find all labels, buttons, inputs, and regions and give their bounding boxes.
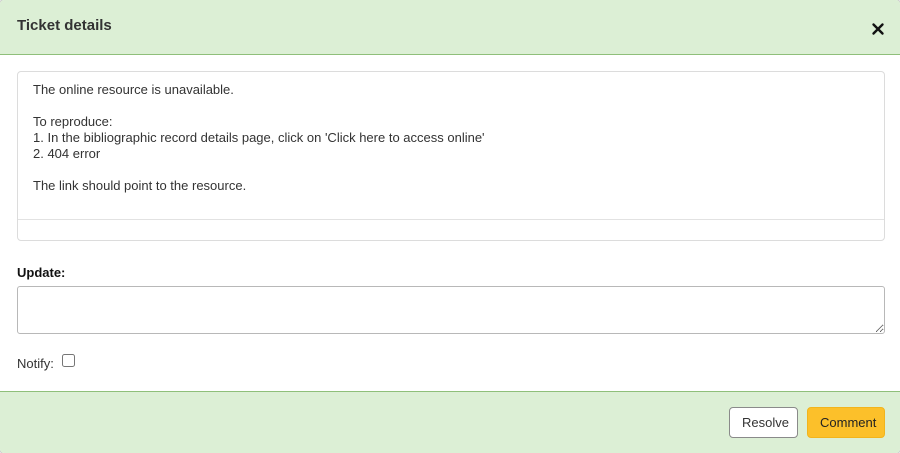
resolve-button[interactable]: Resolve: [729, 407, 798, 438]
modal-title: Ticket details: [17, 17, 112, 34]
modal-body: The online resource is unavailable. To r…: [0, 55, 900, 391]
notify-label: Notify:: [17, 356, 54, 371]
close-icon: [872, 23, 884, 35]
modal-footer: Resolve Comment: [0, 391, 900, 453]
ticket-line: The online resource is unavailable.: [33, 82, 234, 97]
modal-header: Ticket details: [0, 0, 900, 55]
close-button[interactable]: [870, 21, 886, 37]
update-textarea[interactable]: [17, 286, 885, 334]
ticket-line-gap: [33, 162, 863, 178]
update-label: Update:: [17, 265, 66, 280]
ticket-description: The online resource is unavailable. To r…: [33, 82, 863, 194]
ticket-line: To reproduce:: [33, 114, 113, 129]
ticket-description-panel: The online resource is unavailable. To r…: [17, 71, 885, 241]
ticket-panel-footer: [18, 219, 884, 241]
ticket-details-modal: Ticket details The online resource is un…: [0, 0, 900, 453]
ticket-line-gap: [33, 98, 863, 114]
notify-checkbox[interactable]: [62, 354, 75, 367]
comment-button[interactable]: Comment: [807, 407, 885, 438]
ticket-line: The link should point to the resource.: [33, 178, 247, 193]
ticket-line: 2. 404 error: [33, 146, 101, 161]
ticket-line: 1. In the bibliographic record details p…: [33, 130, 485, 145]
